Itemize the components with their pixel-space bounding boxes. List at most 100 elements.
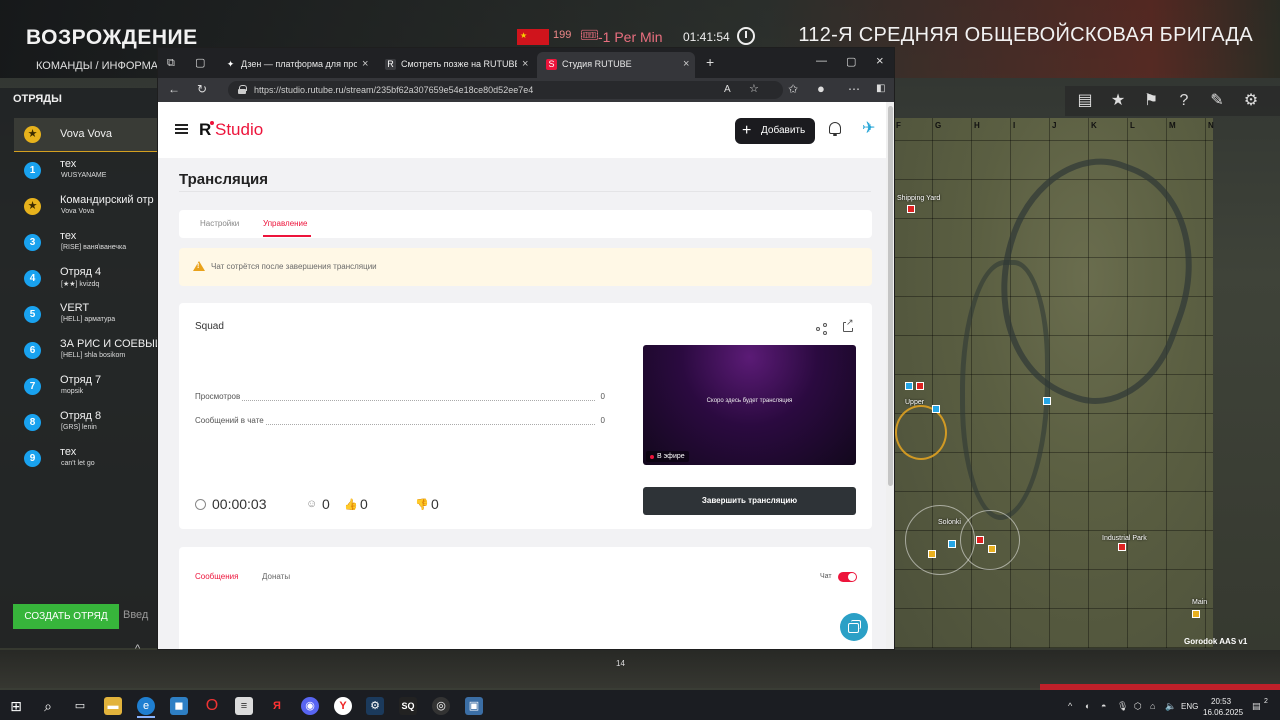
tray-app-icon[interactable]: ◐ bbox=[1085, 701, 1090, 711]
tab-dzen[interactable]: ✦ Дзен — платформа для просмотра × bbox=[216, 52, 374, 78]
squad-name-input[interactable]: Введ bbox=[123, 609, 148, 621]
create-squad-button[interactable]: СОЗДАТЬ ОТРЯД bbox=[13, 604, 119, 629]
tab-settings[interactable]: Настройки bbox=[200, 219, 239, 228]
squad-game-icon[interactable]: SQ bbox=[399, 697, 417, 715]
squad-row[interactable]: 7 Отряд 7 mopsik bbox=[14, 370, 164, 404]
app-window-icon[interactable]: ▣ bbox=[465, 697, 483, 715]
avatar[interactable]: ✈ bbox=[862, 120, 882, 138]
studio-logo-text[interactable]: Studio bbox=[215, 120, 263, 140]
tab-donats[interactable]: Донаты bbox=[262, 572, 290, 581]
task-view-icon[interactable]: ▭ bbox=[71, 697, 89, 715]
clock-time[interactable]: 20:53 bbox=[1211, 697, 1231, 706]
end-stream-button[interactable]: Завершить трансляцию bbox=[643, 487, 856, 515]
opera-icon[interactable]: O bbox=[203, 697, 221, 715]
notifications-icon[interactable]: ▤ bbox=[1252, 701, 1261, 712]
url-input[interactable]: https://studio.rutube.ru/stream/235bf62a… bbox=[228, 81, 783, 99]
squad-row[interactable]: 4 Отряд 4 [★★] kvizdq bbox=[14, 262, 164, 296]
share-icon[interactable] bbox=[816, 323, 828, 335]
support-chat-button[interactable] bbox=[840, 613, 868, 641]
squad-row[interactable]: ★ Командирский отр Vova Vova bbox=[14, 190, 164, 224]
tray-app-icon[interactable]: ◓ bbox=[1101, 701, 1106, 711]
volume-icon[interactable]: 🔈 bbox=[1165, 701, 1176, 712]
chat-toggle[interactable] bbox=[838, 572, 857, 582]
squad-row[interactable]: 6 ЗА РИС И СОЕВЫЙ [HELL] shla bosikom bbox=[14, 334, 164, 368]
obs-icon[interactable]: ◎ bbox=[432, 697, 450, 715]
discord-icon[interactable]: ◉ bbox=[301, 697, 319, 715]
unit-marker[interactable] bbox=[948, 540, 956, 548]
my-squad-row[interactable]: ★ Vova Vova bbox=[14, 118, 164, 152]
notifications-bell-icon[interactable] bbox=[829, 122, 841, 136]
file-explorer-icon[interactable]: ▬ bbox=[104, 697, 122, 715]
squad-number: 6 bbox=[24, 342, 41, 359]
scroll-thumb[interactable] bbox=[888, 106, 893, 486]
minimize-icon[interactable]: — bbox=[816, 55, 827, 67]
squad-row[interactable]: 1 тех WUSYANAME bbox=[14, 154, 164, 188]
microphone-icon[interactable]: 🎙 bbox=[1117, 701, 1128, 712]
squad-marker-icon[interactable]: ⚑ bbox=[1140, 90, 1162, 112]
favorite-star-icon[interactable]: ☆ bbox=[749, 82, 759, 96]
squad-row[interactable]: 5 VERT [HELL] арматура bbox=[14, 298, 164, 332]
store-icon[interactable]: ◼ bbox=[170, 697, 188, 715]
unit-marker[interactable] bbox=[1043, 397, 1051, 405]
close-icon[interactable]: × bbox=[362, 59, 368, 70]
yandex-browser-icon[interactable]: Y bbox=[334, 697, 352, 715]
add-button[interactable]: + Добавить bbox=[735, 118, 815, 144]
chat-icon[interactable]: ▤ bbox=[1074, 90, 1096, 112]
unit-marker[interactable] bbox=[928, 550, 936, 558]
search-icon[interactable]: ⌕ bbox=[39, 697, 57, 715]
back-icon[interactable]: ← bbox=[168, 82, 180, 96]
unit-marker[interactable] bbox=[1192, 610, 1200, 618]
external-link-icon[interactable] bbox=[843, 317, 854, 332]
gear-icon[interactable]: ⚙ bbox=[1240, 90, 1262, 112]
rutube-icon: R bbox=[385, 59, 396, 70]
more-icon[interactable]: ⋯ bbox=[848, 82, 860, 96]
ping-icon[interactable]: ? bbox=[1173, 90, 1195, 112]
tab-messages[interactable]: Сообщения bbox=[195, 572, 238, 581]
unit-marker[interactable] bbox=[905, 382, 913, 390]
maximize-icon[interactable]: ▢ bbox=[846, 55, 856, 68]
network-icon[interactable]: ⌂ bbox=[1150, 701, 1155, 711]
tab-watch-later[interactable]: R Смотреть позже на RUTUBE × bbox=[376, 52, 534, 78]
yandex-icon[interactable]: Я bbox=[268, 697, 286, 715]
workspaces-icon[interactable]: ⧉ bbox=[167, 56, 175, 70]
unit-marker[interactable] bbox=[916, 382, 924, 390]
unit-marker[interactable] bbox=[988, 545, 996, 553]
profile-icon[interactable]: ● bbox=[817, 82, 825, 96]
refresh-icon[interactable]: ↻ bbox=[197, 82, 207, 96]
rutube-logo[interactable]: R bbox=[199, 120, 215, 140]
squad-leader: [HELL] shla bosikom bbox=[61, 352, 126, 359]
language-indicator[interactable]: ENG bbox=[1181, 702, 1198, 711]
capture-zone-ring bbox=[960, 510, 1020, 570]
close-icon[interactable]: × bbox=[522, 59, 528, 70]
marker-icon[interactable]: ✎ bbox=[1206, 90, 1228, 112]
windows-start-icon[interactable]: ⊞ bbox=[7, 697, 25, 715]
clock-date[interactable]: 16.06.2025 bbox=[1203, 708, 1243, 717]
tray-app-icon[interactable]: ⬡ bbox=[1134, 701, 1142, 712]
stream-preview[interactable]: Скоро здесь будет трансляция В эфире bbox=[643, 345, 856, 465]
unit-marker[interactable] bbox=[976, 536, 984, 544]
tab-actions-icon[interactable]: ▢ bbox=[195, 56, 205, 70]
read-aloud-icon[interactable]: A bbox=[724, 83, 731, 97]
chevron-up-icon[interactable]: ^ bbox=[1068, 701, 1072, 711]
game-subtitle[interactable]: КОМАНДЫ / ИНФОРМА bbox=[36, 60, 158, 72]
squad-row[interactable]: 9 тех can't let go bbox=[14, 442, 164, 476]
sidebar-icon[interactable]: ◧ bbox=[876, 82, 885, 96]
favorites-icon[interactable]: ✩ bbox=[788, 82, 798, 96]
unit-marker[interactable] bbox=[932, 405, 940, 413]
unit-marker[interactable] bbox=[1118, 543, 1126, 551]
unit-marker[interactable] bbox=[907, 205, 915, 213]
tab-control[interactable]: Управление bbox=[263, 219, 307, 228]
lock-icon[interactable] bbox=[238, 85, 247, 94]
edge-browser-icon[interactable]: e bbox=[137, 697, 155, 715]
close-icon[interactable]: × bbox=[683, 59, 689, 70]
scrollbar[interactable] bbox=[886, 102, 894, 649]
squad-row[interactable]: 3 тех [RISE] ваня\ванечка bbox=[14, 226, 164, 260]
notepad-icon[interactable]: ≡ bbox=[235, 697, 253, 715]
tab-rutube-studio[interactable]: S Студия RUTUBE × bbox=[537, 52, 695, 78]
close-window-icon[interactable]: × bbox=[876, 53, 884, 68]
new-tab-button[interactable]: + bbox=[706, 55, 714, 69]
steam-icon[interactable]: ⚙ bbox=[366, 697, 384, 715]
star-icon[interactable]: ★ bbox=[1107, 90, 1129, 112]
hamburger-menu-icon[interactable] bbox=[175, 124, 188, 134]
squad-row[interactable]: 8 Отряд 8 [GRS] lenin bbox=[14, 406, 164, 440]
